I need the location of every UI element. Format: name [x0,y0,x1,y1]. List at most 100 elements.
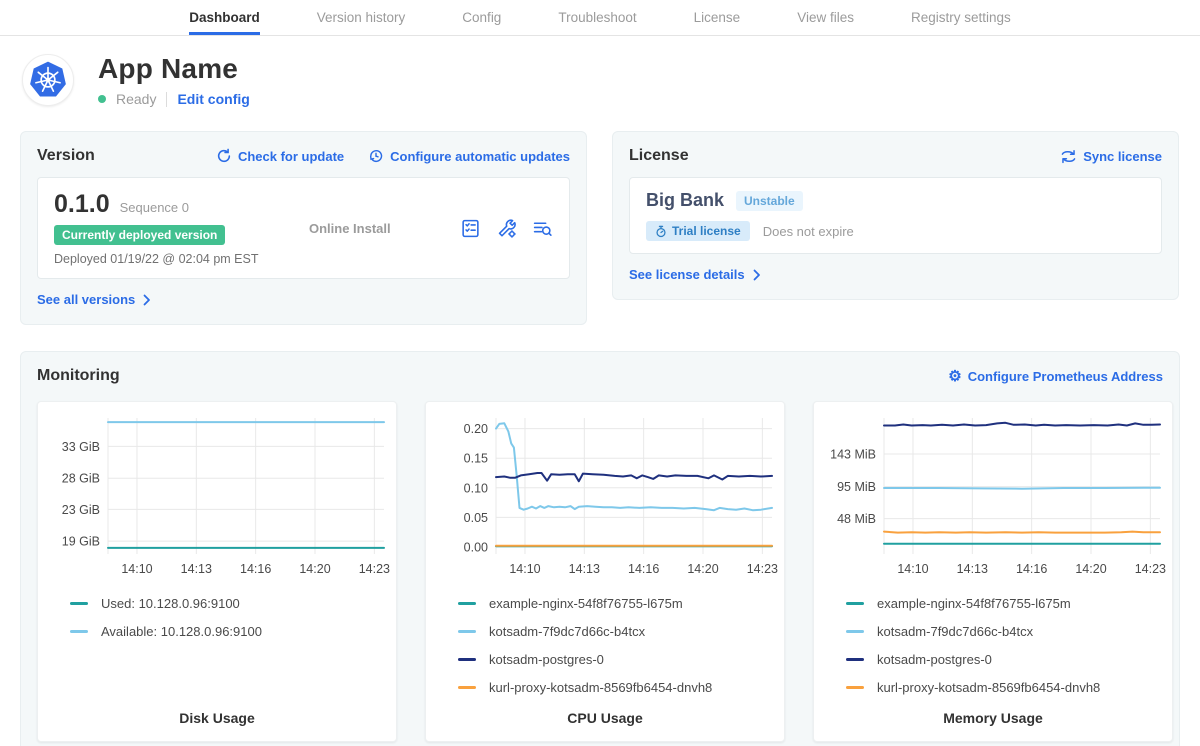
legend-swatch [846,686,864,689]
svg-text:0.10: 0.10 [464,481,488,495]
svg-text:23 GiB: 23 GiB [62,503,100,517]
chevron-right-icon [753,269,761,281]
memory-usage-chart-title: Memory Usage [822,710,1164,729]
kubernetes-logo-icon [22,54,74,106]
license-detail-card: Big Bank Unstable Trial license Does not… [629,177,1162,254]
legend-label: kotsadm-7f9dc7d66c-b4tcx [877,624,1033,639]
svg-text:48 MiB: 48 MiB [837,512,876,526]
tab-troubleshoot[interactable]: Troubleshoot [558,0,636,35]
svg-text:14:20: 14:20 [687,562,718,576]
license-panel-title: License [629,147,689,165]
svg-text:0.20: 0.20 [464,422,488,436]
install-type-label: Online Install [309,221,460,236]
legend-swatch [846,630,864,633]
version-panel: Version Check for update Configure autom… [20,131,587,325]
svg-text:0.05: 0.05 [464,511,488,525]
legend-label: kurl-proxy-kotsadm-8569fb6454-dnvh8 [877,680,1100,695]
customer-name: Big Bank [646,190,724,211]
see-all-versions-link[interactable]: See all versions [37,292,151,307]
configure-automatic-updates-button[interactable]: Configure automatic updates [368,148,570,164]
svg-text:14:23: 14:23 [359,562,390,576]
legend-label: example-nginx-54f8f76755-l675m [877,596,1071,611]
deploy-logs-icon[interactable] [532,218,553,239]
legend-label: Used: 10.128.0.96:9100 [101,596,240,611]
stopwatch-icon [655,225,667,238]
svg-text:14:20: 14:20 [1075,562,1106,576]
edit-config-link[interactable]: Edit config [177,91,249,107]
gear-icon: ⚙ [948,369,961,384]
svg-text:14:13: 14:13 [181,562,212,576]
legend-item: kurl-proxy-kotsadm-8569fb6454-dnvh8 [846,680,1164,695]
config-wrench-icon[interactable] [496,218,517,239]
legend-item: kurl-proxy-kotsadm-8569fb6454-dnvh8 [458,680,776,695]
disk-usage-chart-title: Disk Usage [46,710,388,729]
channel-badge: Unstable [736,191,803,211]
svg-text:14:23: 14:23 [747,562,778,576]
top-nav: Dashboard Version history Config Trouble… [0,0,1200,36]
cpu-usage-chart-card: 0.00 0.05 0.10 0.15 0.20 14:10 14:13 14:16 14:20… [425,401,785,742]
disk-usage-legend: Used: 10.128.0.96:9100 Available: 10.128.… [70,596,388,639]
svg-text:33 GiB: 33 GiB [62,440,100,454]
cpu-usage-chart-plot: 0.00 0.05 0.10 0.15 0.20 14:10 14:13 14:16 14:20… [434,412,776,584]
legend-item: kotsadm-postgres-0 [846,652,1164,667]
monitoring-title: Monitoring [37,367,120,385]
legend-label: kurl-proxy-kotsadm-8569fb6454-dnvh8 [489,680,712,695]
svg-text:95 MiB: 95 MiB [837,480,876,494]
memory-usage-chart-plot: 48 MiB95 MiB143 MiB14:1014:1314:1614:201… [822,412,1164,584]
legend-item: example-nginx-54f8f76755-l675m [846,596,1164,611]
svg-text:14:16: 14:16 [1016,562,1047,576]
tab-dashboard[interactable]: Dashboard [189,0,260,35]
svg-text:14:23: 14:23 [1135,562,1166,576]
legend-swatch [458,658,476,661]
svg-text:14:13: 14:13 [569,562,600,576]
refresh-icon [216,148,232,164]
svg-text:14:20: 14:20 [299,562,330,576]
svg-text:14:10: 14:10 [121,562,152,576]
legend-label: kotsadm-7f9dc7d66c-b4tcx [489,624,645,639]
legend-label: kotsadm-postgres-0 [877,652,992,667]
legend-item: kotsadm-7f9dc7d66c-b4tcx [846,624,1164,639]
legend-item: Used: 10.128.0.96:9100 [70,596,388,611]
memory-usage-legend: example-nginx-54f8f76755-l675m kotsadm-7f… [846,596,1164,695]
license-expiry: Does not expire [763,224,854,239]
legend-item: Available: 10.128.0.96:9100 [70,624,388,639]
cpu-usage-chart-title: CPU Usage [434,710,776,729]
disk-usage-chart-card: 19 GiB23 GiB28 GiB33 GiB14:1014:1314:161… [37,401,397,742]
tab-view-files[interactable]: View files [797,0,854,35]
tab-license[interactable]: License [694,0,741,35]
version-panel-title: Version [37,147,95,165]
sync-license-button[interactable]: Sync license [1060,149,1162,164]
tab-registry-settings[interactable]: Registry settings [911,0,1011,35]
legend-item: kotsadm-7f9dc7d66c-b4tcx [458,624,776,639]
license-type-badge: Trial license [646,221,750,241]
version-sequence: Sequence 0 [120,200,189,215]
app-header: App Name Ready Edit config [0,36,1200,115]
svg-text:0.00: 0.00 [464,540,488,554]
clock-refresh-icon [368,148,384,164]
configure-prometheus-button[interactable]: ⚙ Configure Prometheus Address [948,369,1163,384]
svg-text:14:16: 14:16 [628,562,659,576]
monitoring-panel: Monitoring ⚙ Configure Prometheus Addres… [20,351,1180,746]
legend-label: kotsadm-postgres-0 [489,652,604,667]
chevron-right-icon [143,294,151,306]
svg-text:28 GiB: 28 GiB [62,472,100,486]
see-license-details-link[interactable]: See license details [629,267,761,282]
preflight-checks-icon[interactable] [460,218,481,239]
version-number: 0.1.0 [54,190,110,219]
legend-swatch [846,602,864,605]
status-dot [98,95,106,103]
legend-label: example-nginx-54f8f76755-l675m [489,596,683,611]
deployed-badge: Currently deployed version [54,225,225,245]
legend-swatch [846,658,864,661]
svg-text:0.15: 0.15 [464,452,488,466]
tab-version-history[interactable]: Version history [317,0,406,35]
check-for-update-button[interactable]: Check for update [216,148,344,164]
divider [166,92,167,107]
svg-text:14:13: 14:13 [957,562,988,576]
tab-config[interactable]: Config [462,0,501,35]
status-text: Ready [116,91,156,107]
svg-text:14:10: 14:10 [509,562,540,576]
sync-arrows-icon [1060,149,1077,164]
svg-text:14:16: 14:16 [240,562,271,576]
disk-usage-chart-plot: 19 GiB23 GiB28 GiB33 GiB14:1014:1314:161… [46,412,388,584]
